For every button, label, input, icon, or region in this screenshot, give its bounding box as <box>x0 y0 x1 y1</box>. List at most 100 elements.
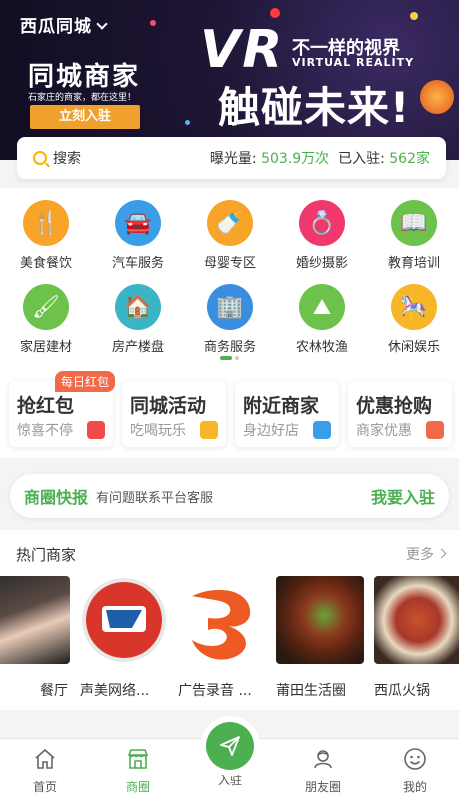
feature-title: 优惠抢购 <box>356 395 433 417</box>
category-icon: 📖 <box>391 200 437 246</box>
category-item[interactable]: 🚘 汽车服务 <box>92 200 184 271</box>
search-bar[interactable]: 搜索 曝光量: 503.9万次 已入驻: 562家 <box>17 137 446 179</box>
merchant-card[interactable]: 广告录音 ... <box>178 576 266 700</box>
merchant-logo <box>192 589 251 660</box>
tab-label: 商圈 <box>125 780 150 794</box>
category-label: 商务服务 <box>203 340 256 355</box>
search-icon <box>33 151 47 165</box>
tab-label: 朋友圈 <box>304 780 341 794</box>
banner-vr-line3: 触碰未来! <box>218 83 411 132</box>
category-icon: 🏠 <box>115 284 161 330</box>
tab-business-circle[interactable]: 商圈 <box>108 747 168 794</box>
feature-card[interactable]: 同城活动 吃喝玩乐 <box>122 381 226 447</box>
feature-icon <box>313 421 331 439</box>
category-item[interactable]: 🏠 房产楼盘 <box>92 284 184 355</box>
category-label: 婚纱摄影 <box>295 256 348 271</box>
more-label: 更多 <box>406 547 434 563</box>
category-item[interactable]: 🍼 母婴专区 <box>184 200 276 271</box>
category-label: 家居建材 <box>19 340 72 355</box>
exposure-label: 曝光量: <box>209 151 257 167</box>
feature-card[interactable]: 优惠抢购 商家优惠 <box>348 381 452 447</box>
category-icon: 🏢 <box>207 284 253 330</box>
feature-icon <box>426 421 444 439</box>
category-item[interactable]: 💍 婚纱摄影 <box>276 200 368 271</box>
merchant-name: 声美网络... <box>80 683 150 699</box>
tab-mine[interactable]: 我的 <box>385 747 445 794</box>
chevron-right-icon <box>436 548 447 559</box>
tab-friends[interactable]: 朋友圈 <box>293 747 353 794</box>
joined-value: 562家 <box>389 151 430 167</box>
banner-vr-text: VR <box>200 20 285 80</box>
send-icon <box>220 736 240 756</box>
news-title: 商圈快报 <box>24 488 89 507</box>
category-grid: 🍴 美食餐饮 🚘 汽车服务 🍼 母婴专区 💍 婚纱摄影 📖 教育培训 🖌 家居建材 🏠 房产楼盘 🏢 商务服务… <box>0 188 459 368</box>
category-icon: 🖌 <box>23 284 69 330</box>
city-selector[interactable]: 西瓜同城 <box>20 12 108 37</box>
merchant-card[interactable]: 西瓜火锅 <box>374 576 459 700</box>
news-message: 有问题联系平台客服 <box>96 490 214 506</box>
banner-left-title: 同城商家 <box>28 62 141 92</box>
tab-home[interactable]: 首页 <box>15 747 75 794</box>
category-item[interactable]: ⛰ 农林牧渔 <box>276 284 368 355</box>
more-link[interactable]: 更多 <box>406 544 447 564</box>
city-label: 西瓜同城 <box>20 17 92 37</box>
hot-merchants-section: 热门商家 更多 餐厅 声美网络... 广告录音 ... 莆田生活圈 西瓜火锅 <box>0 530 459 710</box>
category-label: 汽车服务 <box>111 256 164 271</box>
category-label: 母婴专区 <box>203 256 256 271</box>
friends-icon <box>314 750 332 769</box>
joined-label: 已入驻: <box>338 151 385 167</box>
category-item[interactable]: 🖌 家居建材 <box>0 284 92 355</box>
category-icon: 🍼 <box>207 200 253 246</box>
category-label: 房产楼盘 <box>111 340 164 355</box>
promo-banner[interactable]: 西瓜同城 同城商家 石家庄的商家，都在这里！ 立刻入驻 VR 不一样的视界 VI… <box>0 0 459 160</box>
store-icon <box>127 749 149 769</box>
merchant-name: 西瓜火锅 <box>374 683 430 699</box>
category-label: 美食餐饮 <box>19 256 72 271</box>
section-title: 热门商家 <box>16 546 77 564</box>
category-label: 教育培训 <box>387 256 440 271</box>
merchant-card[interactable]: 声美网络... <box>80 576 168 700</box>
daily-redpacket-tag: 每日红包 <box>55 371 116 392</box>
banner-left-subtitle: 石家庄的商家，都在这里！ <box>28 93 137 103</box>
merchant-image <box>0 576 70 664</box>
merchant-name: 餐厅 <box>40 683 68 699</box>
feature-title: 附近商家 <box>243 395 320 417</box>
merchant-image <box>276 576 364 664</box>
stats-summary: 曝光量: 503.9万次 已入驻: 562家 <box>210 148 430 168</box>
tab-label: 我的 <box>402 780 427 794</box>
merchant-logo <box>82 578 166 662</box>
category-icon: 💍 <box>299 200 345 246</box>
category-item[interactable]: 🏢 商务服务 <box>184 284 276 355</box>
join-fab-button[interactable] <box>206 722 254 770</box>
merchant-card[interactable]: 餐厅 <box>0 576 70 700</box>
join-link[interactable]: 我要入驻 <box>371 484 435 508</box>
feature-icon <box>200 421 218 439</box>
feature-icon <box>87 421 105 439</box>
category-label: 休闲娱乐 <box>387 340 440 355</box>
category-item[interactable]: 📖 教育培训 <box>368 200 459 271</box>
category-item[interactable]: 🍴 美食餐饮 <box>0 200 92 271</box>
merchant-name: 莆田生活圈 <box>276 683 346 699</box>
category-label: 农林牧渔 <box>295 340 348 355</box>
search-placeholder: 搜索 <box>53 151 81 167</box>
chevron-down-icon <box>96 18 108 30</box>
join-now-button[interactable]: 立刻入驻 <box>30 105 140 129</box>
category-item[interactable]: 🎠 休闲娱乐 <box>368 284 459 355</box>
category-icon: 🍴 <box>23 200 69 246</box>
feature-title: 抢红包 <box>17 395 75 417</box>
smile-icon <box>404 748 426 770</box>
merchant-card[interactable]: 莆田生活圈 <box>276 576 364 700</box>
merchant-image <box>80 576 168 664</box>
merchant-image <box>374 576 459 664</box>
feature-card[interactable]: 附近商家 身边好店 <box>235 381 339 447</box>
news-strip[interactable]: 商圈快报 有问题联系平台客服 我要入驻 <box>10 474 449 518</box>
feature-title: 同城活动 <box>130 395 207 417</box>
merchant-image <box>178 576 266 664</box>
category-icon: 🚘 <box>115 200 161 246</box>
category-icon: 🎠 <box>391 284 437 330</box>
tab-label: 首页 <box>32 780 57 794</box>
banner-vr-line2: VIRTUAL REALITY <box>292 56 415 69</box>
category-icon: ⛰ <box>299 284 345 330</box>
exposure-value: 503.9万次 <box>261 151 330 167</box>
merchant-name: 广告录音 ... <box>178 683 252 699</box>
